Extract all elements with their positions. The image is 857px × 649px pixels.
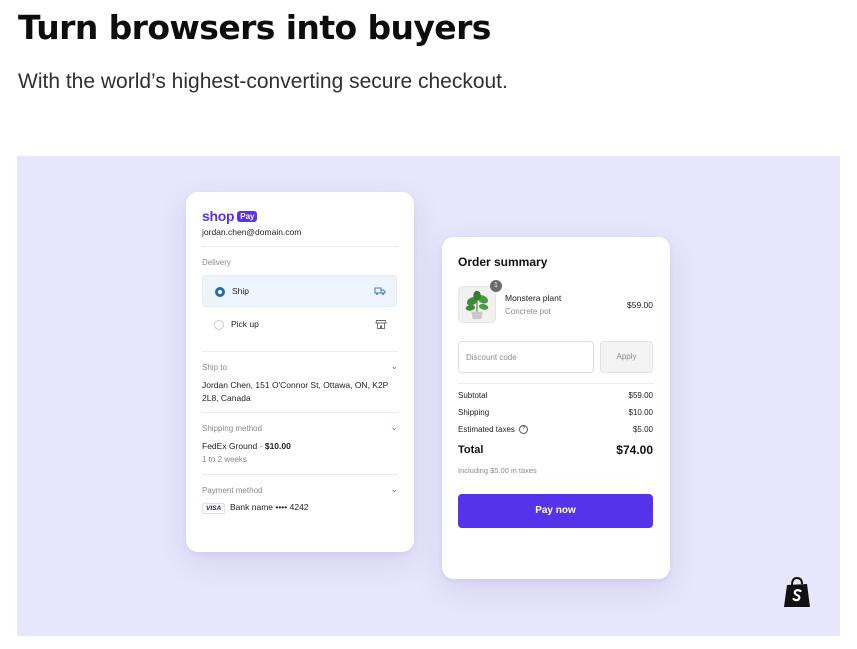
estimated-taxes-value: $5.00 xyxy=(632,425,653,434)
chevron-down-icon[interactable]: ⌄ xyxy=(390,484,398,495)
store-icon xyxy=(375,320,387,329)
page-subheadline: With the world’s highest-converting secu… xyxy=(18,70,508,93)
order-summary-title: Order summary xyxy=(458,255,548,269)
total-label: Total xyxy=(458,444,484,456)
shipping-method-value: FedEx Ground · $10.00 xyxy=(202,441,291,451)
shop-logo-word: shop xyxy=(202,208,235,224)
page-headline: Turn browsers into buyers xyxy=(18,8,491,47)
product-price: $59.00 xyxy=(627,300,653,310)
shipping-method-price: $10.00 xyxy=(264,441,291,451)
info-icon[interactable]: ? xyxy=(519,425,529,435)
ship-to-label: Ship to xyxy=(202,363,227,372)
discount-code-input[interactable] xyxy=(458,341,594,373)
payment-method-label: Payment method xyxy=(202,486,263,495)
quantity-badge: 1 xyxy=(490,280,502,292)
divider xyxy=(458,383,654,384)
shopify-bag-icon xyxy=(784,576,810,607)
delivery-option-label: Pick up xyxy=(231,319,259,329)
chevron-down-icon[interactable]: ⌄ xyxy=(390,361,398,372)
divider xyxy=(202,246,398,247)
checkout-form-card: shop Pay jordan.chen@domain.com Delivery… xyxy=(186,192,414,552)
delivery-options: Ship Pick up xyxy=(202,275,397,341)
pay-now-button[interactable]: Pay now xyxy=(458,494,653,528)
total-value: $74.00 xyxy=(616,443,653,457)
delivery-option-pickup[interactable]: Pick up xyxy=(202,309,397,341)
radio-unselected[interactable] xyxy=(214,320,224,330)
plant-image xyxy=(465,290,489,320)
tax-note: Including $5.00 in taxes xyxy=(458,466,537,475)
delivery-option-ship[interactable]: Ship xyxy=(202,275,397,307)
product-variant: Concrete pot xyxy=(505,307,551,316)
email-field[interactable]: jordan.chen@domain.com xyxy=(202,227,301,237)
divider xyxy=(202,351,398,352)
product-name: Monstera plant xyxy=(505,293,562,303)
apply-discount-button[interactable]: Apply xyxy=(600,341,653,373)
chevron-down-icon[interactable]: ⌄ xyxy=(390,422,398,433)
subtotal-label: Subtotal xyxy=(458,391,488,400)
checkout-illustration-panel: shop Pay jordan.chen@domain.com Delivery… xyxy=(17,156,840,636)
shipping-label: Shipping xyxy=(458,408,490,417)
subtotal-value: $59.00 xyxy=(628,391,653,400)
shipping-method-label: Shipping method xyxy=(202,424,263,433)
payment-card-text: Bank name •••• 4242 xyxy=(230,502,309,512)
estimated-taxes-label: Estimated taxes xyxy=(458,425,515,434)
order-summary-card: Order summary 1 Monstera plant Concrete … xyxy=(442,237,670,579)
divider xyxy=(202,474,398,475)
product-thumbnail xyxy=(458,286,496,323)
delivery-label: Delivery xyxy=(202,258,231,267)
visa-card-icon: VISA xyxy=(202,503,226,514)
delivery-option-label: Ship xyxy=(232,286,250,296)
radio-selected[interactable] xyxy=(215,287,225,297)
divider xyxy=(202,412,398,413)
shipping-method-name: FedEx Ground · xyxy=(202,441,265,451)
estimated-taxes-row: Estimated taxes ? xyxy=(458,425,529,435)
shipping-address: Jordan Chen, 151 O'Connor St, Ottawa, ON… xyxy=(202,380,389,403)
truck-icon xyxy=(374,287,386,295)
shipping-value: $10.00 xyxy=(628,408,653,417)
shipping-method-eta: 1 to 2 weeks xyxy=(202,455,247,464)
shop-logo-badge: Pay xyxy=(237,210,258,222)
shop-pay-logo: shop Pay xyxy=(202,208,258,224)
